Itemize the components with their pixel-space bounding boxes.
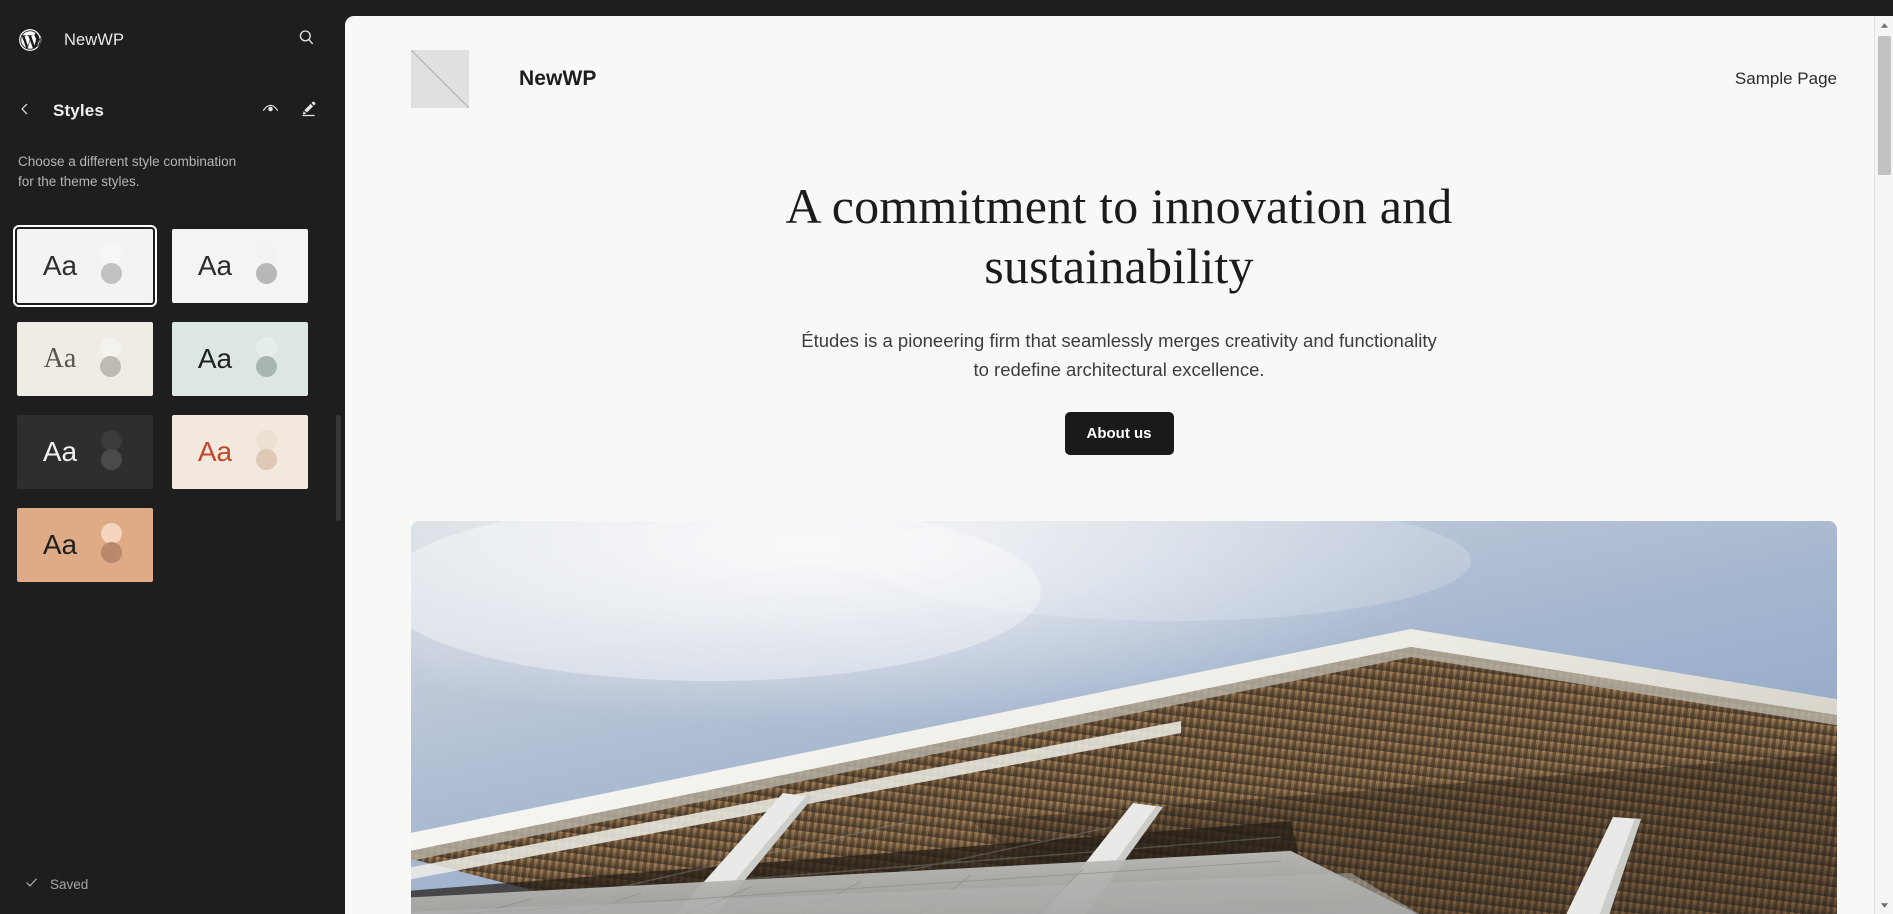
style-variation-swatches bbox=[256, 336, 278, 381]
style-variation-preview: Aa bbox=[172, 415, 308, 489]
style-variation-card[interactable]: Aa bbox=[172, 414, 308, 489]
style-variation-card[interactable]: Aa bbox=[172, 321, 308, 396]
eye-icon bbox=[261, 99, 280, 123]
color-swatch-secondary bbox=[101, 541, 123, 563]
search-icon bbox=[297, 28, 316, 52]
style-book-button[interactable] bbox=[251, 92, 289, 130]
color-swatch-secondary bbox=[101, 262, 123, 284]
wordpress-logo-button[interactable] bbox=[0, 10, 60, 70]
check-icon bbox=[24, 875, 39, 893]
nav-item-sample-page[interactable]: Sample Page bbox=[1735, 69, 1837, 89]
sidebar-scrollbar-thumb[interactable] bbox=[336, 415, 341, 521]
hero-subtitle: Études is a pioneering firm that seamles… bbox=[801, 330, 1437, 380]
style-variation-card[interactable]: Aa bbox=[17, 321, 153, 396]
style-variation-preview: Aa bbox=[17, 322, 153, 396]
style-variation-card[interactable]: Aa bbox=[13, 224, 157, 307]
edit-styles-button[interactable] bbox=[289, 92, 327, 130]
caret-up-icon bbox=[1880, 16, 1889, 34]
page-title: Styles bbox=[53, 101, 104, 120]
scroll-up-button[interactable] bbox=[1875, 16, 1893, 34]
caret-down-icon bbox=[1880, 896, 1889, 914]
style-variation-preview: Aa bbox=[17, 229, 153, 303]
style-variation-swatches bbox=[101, 243, 123, 288]
color-swatch-primary bbox=[256, 429, 278, 451]
editor-sidebar: NewWP Styles Choose a different style co… bbox=[0, 0, 345, 914]
scrollbar-thumb[interactable] bbox=[1878, 36, 1891, 175]
style-variation-swatches bbox=[101, 522, 123, 567]
site-editor-app: NewWP Styles Choose a different style co… bbox=[0, 0, 1893, 914]
color-swatch-secondary bbox=[100, 355, 122, 377]
scroll-down-button[interactable] bbox=[1875, 896, 1893, 914]
site-preview-canvas[interactable]: NewWP Sample Page A commitment to innova… bbox=[345, 16, 1893, 914]
style-variation-label: Aa bbox=[197, 342, 233, 374]
color-swatch-primary bbox=[100, 336, 122, 358]
chevron-left-icon bbox=[17, 101, 33, 122]
style-variation-preview: Aa bbox=[17, 508, 153, 582]
sidebar-footer: Saved bbox=[0, 854, 345, 914]
styles-panel-header: Styles bbox=[0, 80, 345, 142]
preview-site-name: NewWP bbox=[519, 67, 597, 90]
site-title-button[interactable]: NewWP bbox=[60, 26, 128, 55]
style-variation-label: Aa bbox=[42, 528, 78, 560]
style-variations-grid: Aa Aa Aa Aa Aa Aa Aa bbox=[0, 193, 345, 582]
styles-description: Choose a different style combination for… bbox=[18, 154, 237, 190]
style-variation-preview: Aa bbox=[172, 322, 308, 396]
color-swatch-primary bbox=[256, 243, 278, 265]
style-variation-label: Aa bbox=[197, 435, 233, 467]
image-placeholder-icon[interactable] bbox=[411, 50, 469, 108]
style-variation-card[interactable]: Aa bbox=[17, 414, 153, 489]
back-button[interactable] bbox=[6, 92, 44, 130]
style-variation-card[interactable]: Aa bbox=[172, 228, 308, 303]
hero-image[interactable] bbox=[411, 521, 1837, 914]
style-variation-label: Aa bbox=[197, 249, 233, 281]
canvas-scrollbar[interactable] bbox=[1874, 16, 1893, 914]
style-variation-label: Aa bbox=[43, 342, 77, 374]
style-variation-label: Aa bbox=[42, 249, 78, 281]
style-variation-label: Aa bbox=[42, 435, 78, 467]
about-us-button[interactable]: About us bbox=[1064, 412, 1174, 456]
color-swatch-secondary bbox=[256, 262, 278, 284]
color-swatch-primary bbox=[101, 429, 123, 451]
style-variation-swatches bbox=[101, 429, 123, 474]
wordpress-logo-icon bbox=[17, 27, 43, 53]
color-swatch-primary bbox=[101, 243, 123, 265]
color-swatch-secondary bbox=[101, 448, 123, 470]
color-swatch-secondary bbox=[256, 448, 278, 470]
style-variation-preview: Aa bbox=[172, 229, 308, 303]
style-variation-preview: Aa bbox=[17, 415, 153, 489]
style-variation-card[interactable]: Aa bbox=[17, 507, 153, 582]
search-button[interactable] bbox=[285, 19, 327, 61]
editor-canvas-wrapper: NewWP Sample Page A commitment to innova… bbox=[345, 0, 1893, 914]
preview-site-header: NewWP Sample Page bbox=[345, 16, 1893, 116]
hero-section: A commitment to innovation and sustainab… bbox=[345, 116, 1893, 456]
color-swatch-primary bbox=[101, 522, 123, 544]
hero-title: A commitment to innovation and sustainab… bbox=[785, 178, 1453, 294]
status-badge[interactable]: Saved bbox=[24, 875, 88, 893]
style-variation-swatches bbox=[100, 336, 122, 381]
color-swatch-secondary bbox=[256, 355, 278, 377]
status-label: Saved bbox=[50, 876, 89, 892]
sidebar-topbar: NewWP bbox=[0, 0, 345, 80]
color-swatch-primary bbox=[256, 336, 278, 358]
style-variation-swatches bbox=[256, 429, 278, 474]
pencil-icon bbox=[299, 99, 318, 123]
style-variation-swatches bbox=[256, 243, 278, 288]
